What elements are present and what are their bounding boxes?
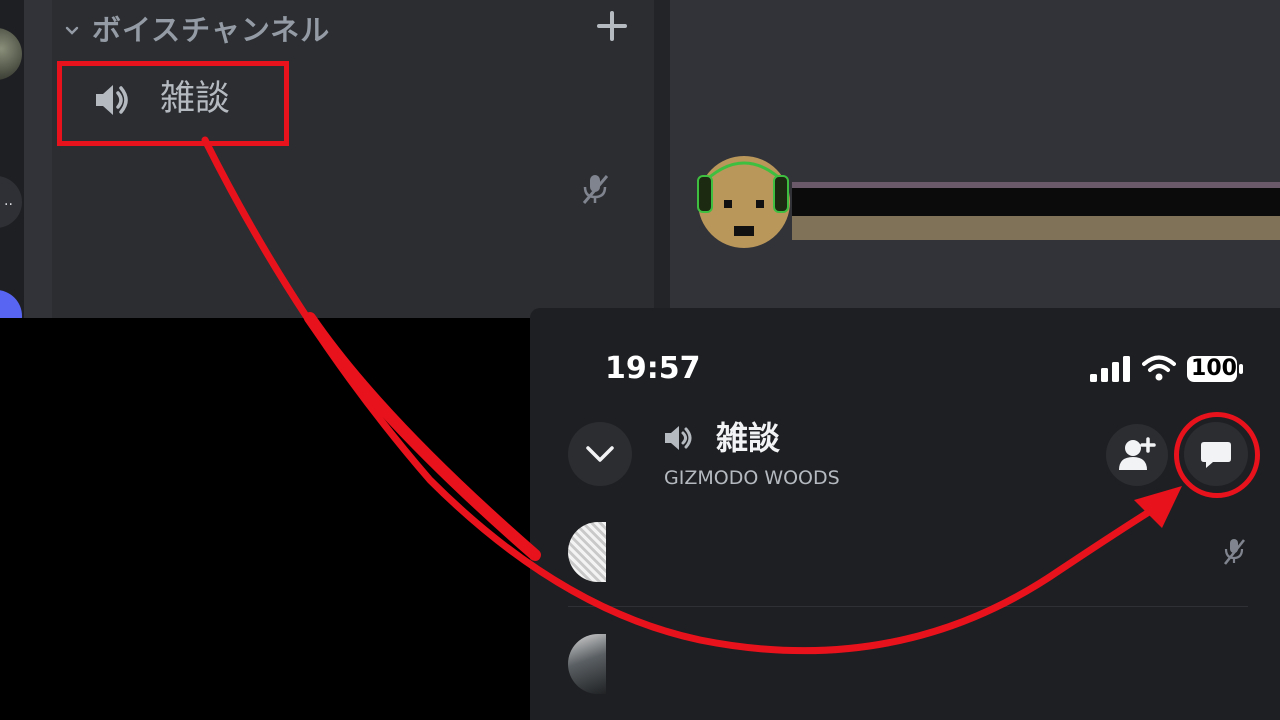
highlight-circle <box>1174 412 1260 498</box>
invite-button[interactable] <box>1106 424 1168 486</box>
desktop-client: ·· ボイスチャンネル 雑談 <box>0 0 1280 318</box>
member-item[interactable] <box>568 520 1248 584</box>
battery-level: 100 <box>1191 356 1237 381</box>
glitch-band <box>792 216 1280 240</box>
member-avatar <box>568 634 606 694</box>
chevron-down-icon <box>586 446 614 462</box>
user-avatar <box>697 156 790 248</box>
server-rail: ·· <box>0 0 24 318</box>
speaker-icon <box>665 426 692 450</box>
member-avatar <box>568 522 606 582</box>
add-person-icon <box>1119 437 1156 470</box>
chevron-down-icon[interactable] <box>64 20 80 40</box>
panel-divider <box>654 0 670 318</box>
highlight-box <box>57 61 289 146</box>
server-icon[interactable] <box>0 28 22 80</box>
glitch-band <box>792 188 1280 216</box>
plus-icon[interactable] <box>596 10 628 42</box>
more-dots-icon: ·· <box>4 197 13 213</box>
voice-category-label[interactable]: ボイスチャンネル <box>92 10 330 50</box>
server-name: GIZMODO WOODS <box>664 467 840 489</box>
channel-title: 雑談 <box>716 419 781 457</box>
member-separator <box>568 606 1248 607</box>
server-icon[interactable] <box>0 290 22 318</box>
cellular-signal-icon <box>1090 356 1130 382</box>
wifi-icon <box>1142 355 1176 381</box>
mic-muted-icon <box>1223 539 1246 565</box>
collapse-button[interactable] <box>568 422 632 486</box>
member-item[interactable] <box>568 632 1248 696</box>
status-time: 19:57 <box>605 351 701 386</box>
mic-muted-icon <box>582 175 609 204</box>
